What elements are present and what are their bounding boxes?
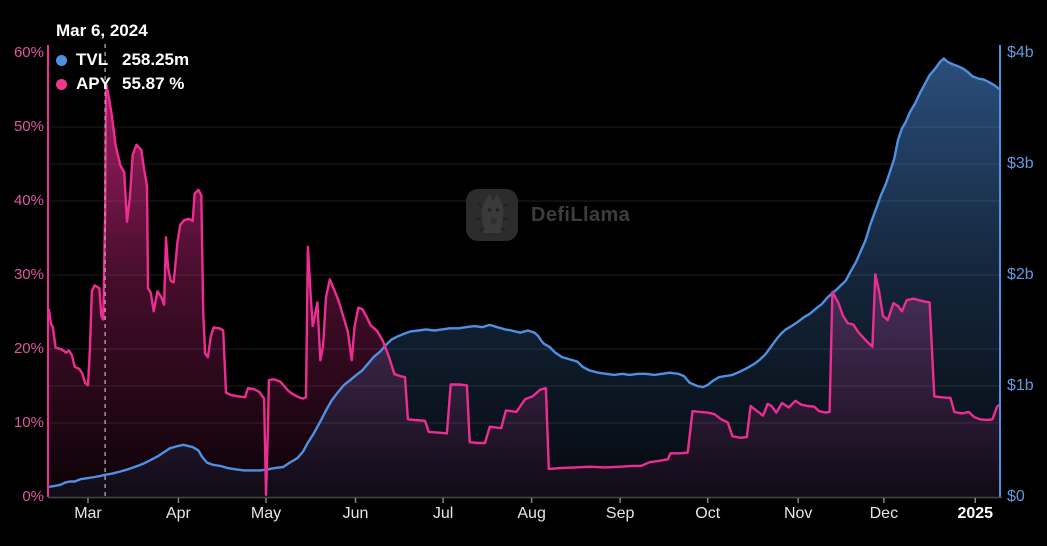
tooltip-row-apy: APY 55.87 % bbox=[56, 72, 189, 96]
tooltip-tvl-value: 258.25m bbox=[122, 50, 190, 69]
tooltip-date: Mar 6, 2024 bbox=[56, 21, 148, 40]
tooltip-tvl-label: TVL bbox=[76, 50, 109, 69]
chart-canvas[interactable]: DefiLlama 0% 10% 20% 30% 40% 50% 60% $0 $1b $2b $3… bbox=[0, 0, 1047, 546]
tvl-series-dot bbox=[56, 54, 67, 66]
apy-series-dot bbox=[56, 78, 67, 90]
hover-tooltip: Mar 6, 2024 TVL 258.25m APY 55.87 % bbox=[56, 21, 189, 96]
tooltip-apy-value: 55.87 % bbox=[122, 74, 185, 93]
tooltip-apy-label: APY bbox=[76, 74, 111, 93]
defillama-chart-page: { "tooltip": { "date": "Mar 6, 2024", "r… bbox=[0, 0, 1047, 546]
tooltip-row-tvl: TVL 258.25m bbox=[56, 48, 189, 72]
